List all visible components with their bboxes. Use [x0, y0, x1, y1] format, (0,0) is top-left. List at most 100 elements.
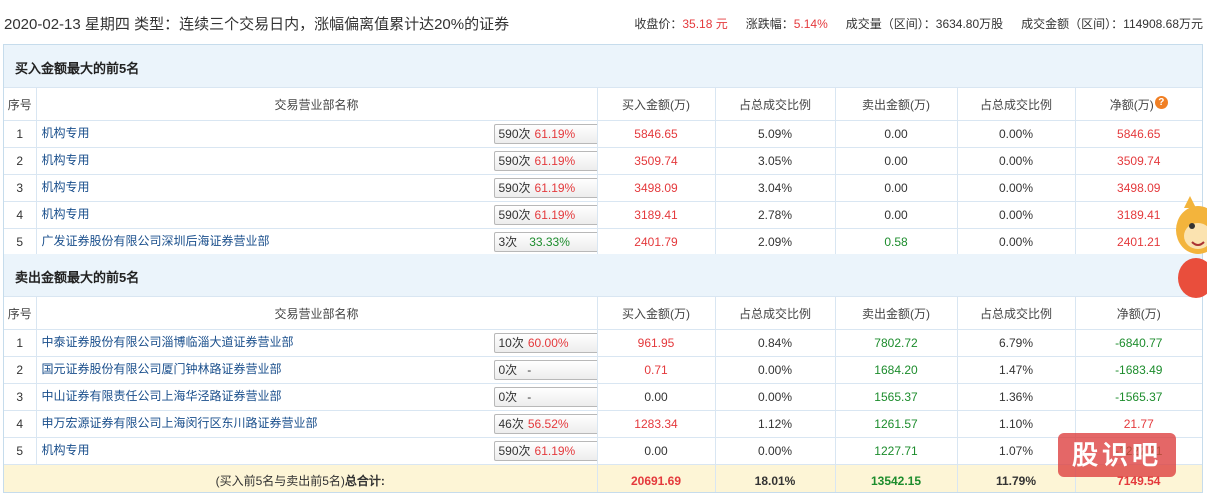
- branch-link[interactable]: 申万宏源证券有限公司上海闵行区东川路证券营业部: [42, 414, 452, 431]
- buy-ratio: 0.00%: [715, 383, 836, 411]
- history-button[interactable]: 590次 61.19%: [493, 441, 596, 461]
- history-button[interactable]: 590次 61.19%: [493, 151, 596, 171]
- col-header: 占总成交比例: [715, 87, 836, 121]
- table-header: 序号 交易营业部名称 买入金额(万) 占总成交比例 卖出金额(万) 占总成交比例…: [4, 87, 1202, 121]
- col-header: 净额(万): [1075, 296, 1202, 330]
- page-title: 2020-02-13 星期四 类型：连续三个交易日内，涨幅偏离值累计达20%的证…: [4, 16, 510, 33]
- mascot-icon: [1176, 196, 1207, 298]
- branch-cell: 机构专用 590次 61.19%: [36, 201, 598, 229]
- history-button[interactable]: 10次 60.00%: [493, 333, 596, 353]
- col-header: 买入金额(万): [597, 296, 716, 330]
- branch-cell: 国元证券股份有限公司厦门钟林路证券营业部 0次 -: [36, 356, 598, 384]
- win-rate: 33.33%: [529, 235, 570, 249]
- branch-link[interactable]: 机构专用: [42, 205, 452, 222]
- col-header: 买入金额(万): [597, 87, 716, 121]
- col-header: 交易营业部名称: [36, 87, 598, 121]
- branch-link[interactable]: 国元证券股份有限公司厦门钟林路证券营业部: [42, 360, 452, 377]
- total-buy-ratio: 18.01%: [715, 464, 836, 492]
- close-value: 35.18 元: [682, 17, 728, 31]
- history-button[interactable]: 0次 -: [493, 360, 596, 380]
- history-button[interactable]: 590次 61.19%: [493, 178, 596, 198]
- sell-ratio: 0.00%: [957, 147, 1076, 175]
- buy-ratio: 3.05%: [715, 147, 836, 175]
- sell-ratio: 1.36%: [957, 383, 1076, 411]
- sell-ratio: 0.00%: [957, 174, 1076, 202]
- win-rate: 60.00%: [527, 336, 569, 350]
- branch-link[interactable]: 机构专用: [42, 151, 452, 168]
- sell-amount: 1261.57: [835, 410, 958, 438]
- table-row: 3 机构专用 590次 61.19% 3498.09 3.04% 0.00 0.0…: [4, 174, 1202, 202]
- branch-cell: 申万宏源证券有限公司上海闵行区东川路证券营业部 46次 56.52%: [36, 410, 598, 438]
- sell-ratio: 0.00%: [957, 201, 1076, 229]
- net-amount: 3509.74: [1075, 147, 1202, 175]
- col-header: 占总成交比例: [715, 296, 836, 330]
- row-index: 2: [4, 147, 37, 175]
- total-row: (买入前5名与卖出前5名)总合计: 20691.69 18.01% 13542.…: [4, 464, 1202, 492]
- table-row: 1 机构专用 590次61.19%? 5846.65 5.09% 0.00 0.…: [4, 120, 1202, 148]
- sell-amount: 0.00: [835, 201, 958, 229]
- volume-text: 成交量（区间）：3634.80万股: [845, 17, 1004, 31]
- col-header: 卖出金额(万): [835, 296, 958, 330]
- row-index: 2: [4, 356, 37, 384]
- win-rate: 61.19%: [534, 208, 576, 222]
- buy-ratio: 0.84%: [715, 329, 836, 357]
- page-header: 2020-02-13 星期四 类型：连续三个交易日内，涨幅偏离值累计达20%的证…: [0, 0, 1207, 44]
- history-button[interactable]: 46次 56.52%: [493, 414, 596, 434]
- buy-amount: 3189.41: [597, 201, 716, 229]
- sell-amount: 1565.37: [835, 383, 958, 411]
- net-amount: -1565.37: [1075, 383, 1202, 411]
- sell-ratio: 0.00%: [957, 228, 1076, 256]
- sell-table: 序号 交易营业部名称 买入金额(万) 占总成交比例 卖出金额(万) 占总成交比例…: [4, 296, 1202, 492]
- col-header: 序号: [4, 296, 37, 330]
- count-text: 0次: [498, 390, 518, 404]
- table-row: 2 国元证券股份有限公司厦门钟林路证券营业部 0次 - 0.71 0.00% 16…: [4, 356, 1202, 384]
- buy-amount: 0.71: [597, 356, 716, 384]
- history-button[interactable]: 3次 33.33%: [493, 232, 596, 252]
- count-text: 46次: [498, 417, 524, 431]
- col-header: 交易营业部名称: [36, 296, 598, 330]
- count-text: 590次: [498, 154, 531, 168]
- sell-amount: 0.58: [835, 228, 958, 256]
- branch-link[interactable]: 机构专用: [42, 178, 452, 195]
- win-rate: 61.19%: [534, 444, 576, 458]
- sell-ratio: 0.00%: [957, 120, 1076, 148]
- table-header: 序号 交易营业部名称 买入金额(万) 占总成交比例 卖出金额(万) 占总成交比例…: [4, 296, 1202, 330]
- history-button[interactable]: 0次 -: [493, 387, 596, 407]
- branch-link[interactable]: 中山证券有限责任公司上海华泾路证券营业部: [42, 387, 452, 404]
- table-row: 5 广发证券股份有限公司深圳后海证券营业部 3次 33.33% 2401.79 2…: [4, 228, 1202, 256]
- count-text: 590次: [498, 181, 531, 195]
- win-rate: -: [527, 390, 532, 404]
- site-stamp: 股识吧: [1058, 433, 1176, 477]
- col-header: 序号: [4, 87, 37, 121]
- branch-link[interactable]: 中泰证券股份有限公司淄博临淄大道证券营业部: [42, 333, 452, 350]
- win-rate: -: [527, 363, 532, 377]
- branch-link[interactable]: 机构专用: [42, 441, 452, 458]
- buy-ratio: 2.09%: [715, 228, 836, 256]
- net-amount: -6840.77: [1075, 329, 1202, 357]
- buy-ratio: 3.04%: [715, 174, 836, 202]
- row-index: 5: [4, 437, 37, 465]
- buy-amount: 0.00: [597, 383, 716, 411]
- col-header: 卖出金额(万): [835, 87, 958, 121]
- branch-link[interactable]: 机构专用: [42, 124, 452, 141]
- buy-ratio: 0.00%: [715, 356, 836, 384]
- net-amount: -1683.49: [1075, 356, 1202, 384]
- branch-link[interactable]: 广发证券股份有限公司深圳后海证券营业部: [42, 232, 452, 249]
- row-index: 1: [4, 329, 37, 357]
- change-label: 涨跌幅：: [745, 17, 794, 31]
- help-icon[interactable]: ?: [1154, 95, 1168, 109]
- count-text: 10次: [498, 336, 524, 350]
- sell-amount: 0.00: [835, 174, 958, 202]
- col-header: 占总成交比例: [957, 87, 1076, 121]
- sell-amount: 7802.72: [835, 329, 958, 357]
- count-text: 590次: [498, 444, 531, 458]
- count-text: 0次: [498, 363, 518, 377]
- sell-amount: 0.00: [835, 147, 958, 175]
- history-button[interactable]: 590次61.19%?: [493, 124, 596, 144]
- sell-ratio: 6.79%: [957, 329, 1076, 357]
- branch-cell: 机构专用 590次 61.19%: [36, 147, 598, 175]
- history-button[interactable]: 590次 61.19%: [493, 205, 596, 225]
- branch-cell: 中泰证券股份有限公司淄博临淄大道证券营业部 10次 60.00%: [36, 329, 598, 357]
- buy-ratio: 2.78%: [715, 201, 836, 229]
- sell-section-title: 卖出金额最大的前5名: [4, 254, 1202, 296]
